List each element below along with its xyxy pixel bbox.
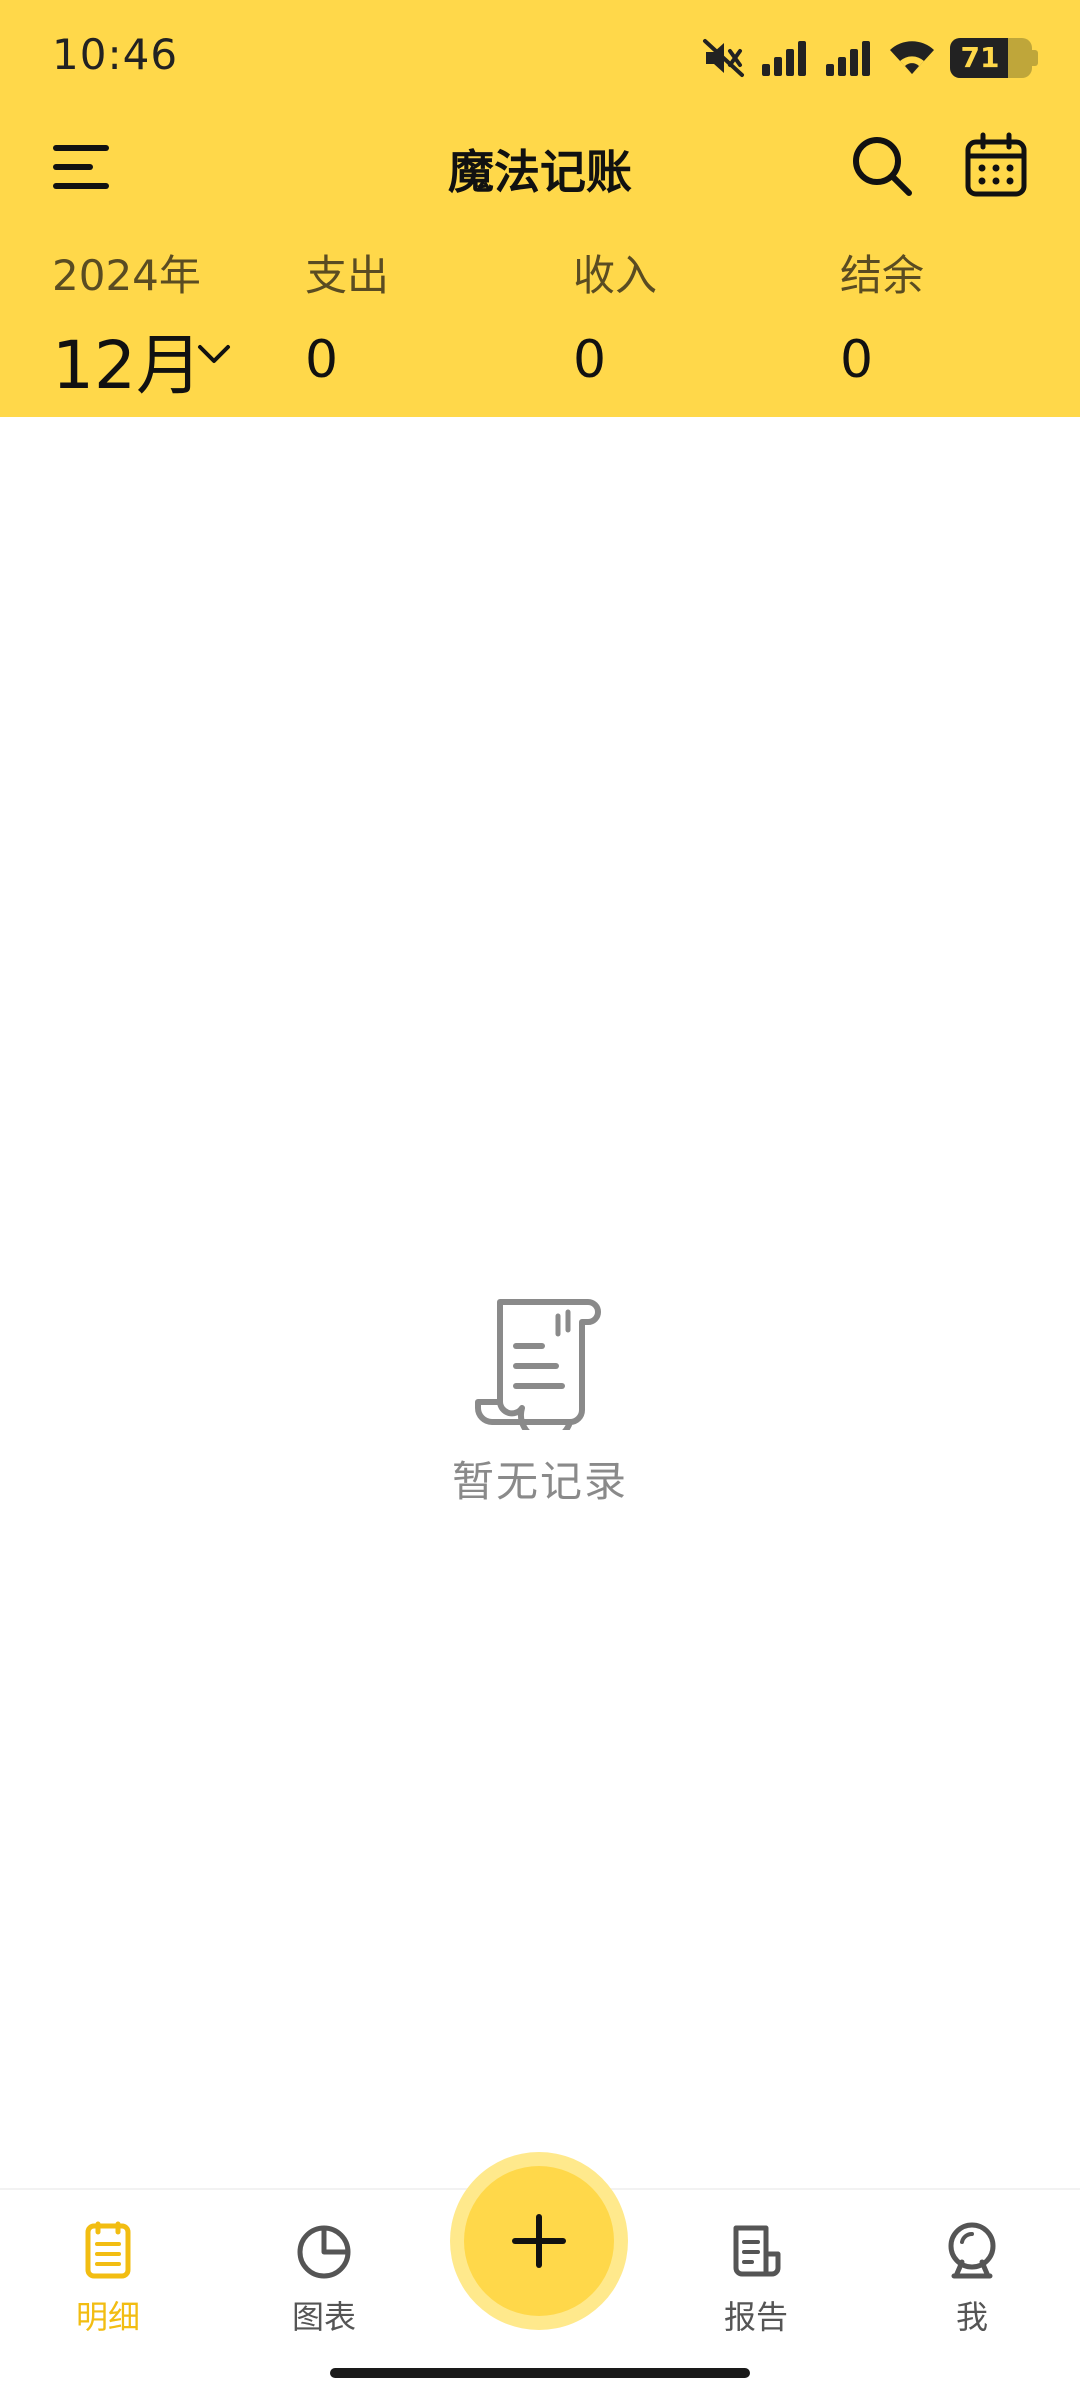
balance-label: 结余 (840, 251, 925, 300)
report-icon (733, 2225, 781, 2277)
empty-state: 暂无记录 (340, 1290, 740, 1510)
search-button[interactable] (850, 134, 914, 198)
income-stat: 收入 0 (573, 242, 773, 392)
search-icon (853, 137, 912, 196)
nav-label-profile: 我 (955, 2298, 988, 2336)
calendar-button[interactable] (964, 132, 1028, 198)
chevron-down-icon (198, 345, 230, 363)
status-bar: 10:46 71 (0, 0, 1080, 118)
title-bar: 魔法记账 (0, 118, 1080, 218)
balance-value: 0 (840, 330, 874, 390)
nav-item-report[interactable]: 报告 (676, 2220, 836, 2350)
scroll-icon (475, 1299, 601, 1430)
home-indicator[interactable] (330, 2368, 750, 2378)
nav-item-details[interactable]: 明细 (28, 2220, 188, 2350)
chart-icon (297, 2225, 351, 2279)
month-picker[interactable]: 2024年 12月 (52, 242, 312, 404)
nav-label-details: 明细 (75, 2298, 140, 2336)
mute-icon (703, 39, 744, 77)
calendar-icon (965, 132, 1027, 197)
expense-value: 0 (305, 330, 339, 390)
battery-icon: 71 (950, 38, 1032, 78)
year-label: 2024年 (52, 251, 201, 300)
status-icons: 71 (702, 34, 1038, 82)
month-label: 12月 (52, 327, 202, 404)
app-title: 魔法记账 (448, 145, 632, 199)
status-time: 10:46 (52, 30, 179, 79)
nav-label-report: 报告 (723, 2298, 788, 2336)
wifi-icon (890, 41, 934, 74)
nav-item-chart[interactable]: 图表 (244, 2220, 404, 2350)
profile-icon (948, 2222, 996, 2279)
battery-percent: 71 (960, 41, 1000, 74)
plus-icon (512, 2214, 566, 2268)
header: 10:46 71 魔法记账 2024年 12月 支出 0 收入 0 结余 0 (0, 0, 1080, 417)
add-record-button[interactable] (464, 2166, 614, 2316)
expense-label: 支出 (305, 251, 390, 300)
income-label: 收入 (573, 251, 658, 300)
nav-label-chart: 图表 (291, 2298, 356, 2336)
income-value: 0 (573, 330, 607, 390)
details-icon (85, 2221, 131, 2279)
empty-state-text: 暂无记录 (451, 1457, 628, 1506)
signal-icon (762, 41, 806, 76)
signal-icon (826, 41, 870, 76)
expense-stat: 支出 0 (305, 242, 505, 392)
battery-tip (1032, 50, 1038, 66)
nav-item-profile[interactable]: 我 (892, 2220, 1052, 2350)
summary-bar: 2024年 12月 支出 0 收入 0 结余 0 (0, 230, 1080, 404)
balance-stat: 结余 0 (840, 242, 1040, 392)
